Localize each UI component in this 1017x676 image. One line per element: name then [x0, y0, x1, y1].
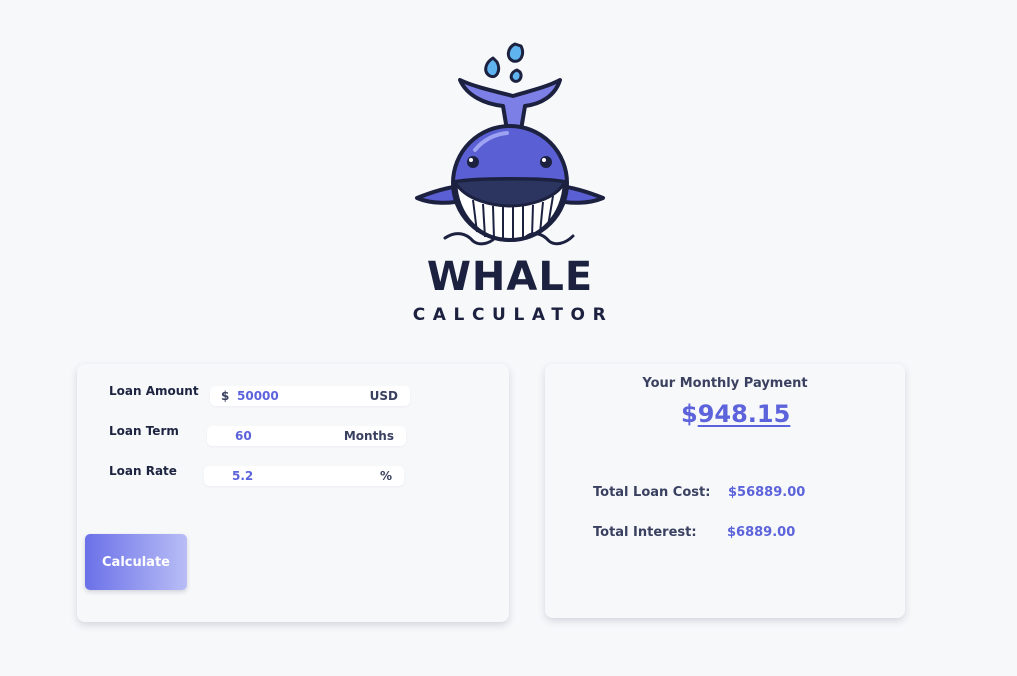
total-interest-value: $6889.00: [727, 525, 796, 540]
loan-amount-label: Loan Amount: [109, 384, 199, 398]
calculate-button[interactable]: Calculate: [85, 534, 187, 590]
loan-rate-unit: %: [379, 469, 392, 483]
brand-name: WHALE: [426, 254, 594, 300]
loan-term-label: Loan Term: [109, 424, 179, 438]
loan-form-card: Loan Amount $ 50000 USD Loan Term 60 Mon…: [77, 364, 509, 622]
total-cost-value: $56889.00: [728, 485, 806, 500]
loan-rate-input[interactable]: 5.2: [232, 469, 253, 483]
loan-amount-unit: USD: [369, 389, 398, 403]
monthly-payment-title: Your Monthly Payment: [642, 376, 808, 391]
currency-symbol: $: [681, 400, 698, 428]
currency-prefix: $: [221, 389, 230, 403]
app-logo: WHALE CALCULATOR: [405, 38, 615, 333]
water-spout-icon: [484, 42, 525, 83]
whale-logo-icon: [415, 42, 605, 246]
loan-term-unit: Months: [343, 429, 394, 443]
loan-term-field[interactable]: 60 Months: [207, 426, 406, 446]
loan-term-input[interactable]: 60: [235, 429, 252, 443]
total-interest-label: Total Interest:: [593, 525, 697, 540]
monthly-payment-value: 948.15: [697, 400, 791, 428]
loan-amount-input[interactable]: 50000: [237, 389, 279, 403]
monthly-payment-amount: $948.15: [681, 400, 790, 428]
result-card: Your Monthly Payment $948.15 Total Loan …: [545, 364, 905, 618]
loan-rate-label: Loan Rate: [109, 464, 177, 478]
brand-subtitle: CALCULATOR: [412, 305, 614, 325]
loan-amount-field[interactable]: $ 50000 USD: [210, 386, 410, 406]
total-cost-label: Total Loan Cost:: [593, 485, 711, 500]
loan-rate-field[interactable]: 5.2 %: [204, 466, 404, 486]
